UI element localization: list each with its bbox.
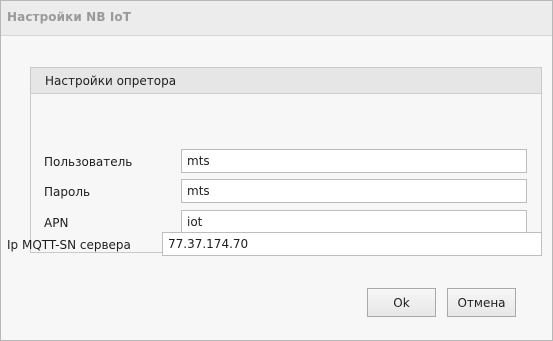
- operator-settings-group: Настройки опретора Пользователь Пароль A…: [30, 67, 542, 253]
- ok-button[interactable]: Ok: [367, 288, 436, 317]
- mqtt-server-label: Ip MQTT-SN сервера: [7, 238, 131, 252]
- operator-settings-group-title: Настройки опретора: [45, 74, 177, 88]
- user-input[interactable]: [181, 149, 527, 173]
- dialog-titlebar[interactable]: Настройки NB IoT: [1, 1, 552, 36]
- nb-iot-settings-dialog: Настройки NB IoT Настройки опретора Поль…: [0, 0, 553, 341]
- password-input[interactable]: [181, 179, 527, 203]
- dialog-body: Настройки опретора Пользователь Пароль A…: [1, 36, 552, 340]
- operator-settings-group-header: Настройки опретора: [31, 68, 541, 94]
- apn-input[interactable]: [181, 210, 527, 234]
- password-label: Пароль: [44, 185, 91, 199]
- mqtt-server-input[interactable]: [162, 232, 542, 256]
- cancel-button[interactable]: Отмена: [447, 288, 516, 317]
- user-label: Пользователь: [44, 155, 133, 169]
- apn-label: APN: [44, 216, 69, 230]
- dialog-title: Настройки NB IoT: [7, 10, 132, 24]
